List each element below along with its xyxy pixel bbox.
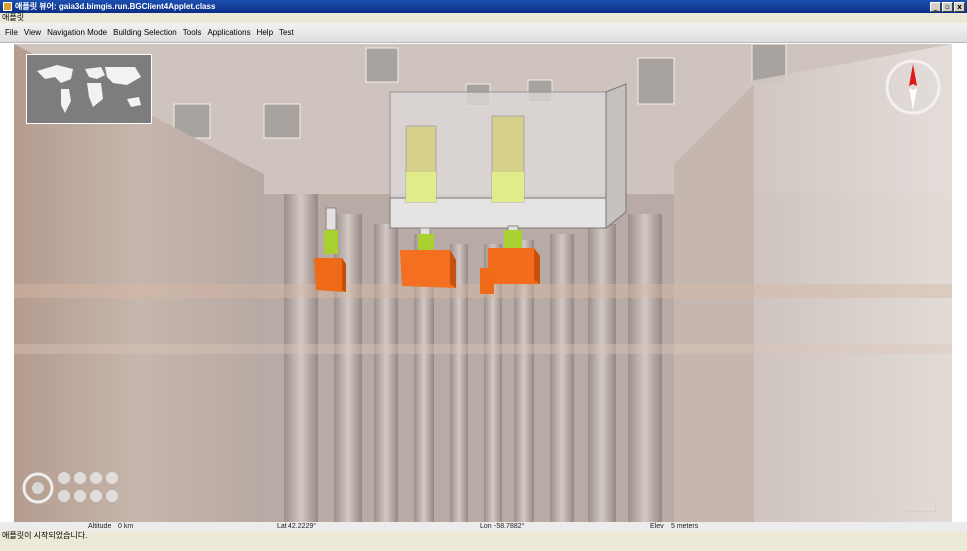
applet-menu-label[interactable]: 애플릿 [2, 13, 24, 22]
close-button[interactable]: x [954, 1, 965, 12]
altitude-label: Altitude [88, 523, 112, 530]
minimap-graphic [27, 55, 151, 123]
menu-test[interactable]: Test [276, 28, 297, 37]
main-menubar: File View Navigation Mode Building Selec… [0, 23, 967, 43]
menu-view[interactable]: View [21, 28, 44, 37]
latitude-label: Lat [277, 523, 287, 530]
menu-building-selection[interactable]: Building Selection [110, 28, 180, 37]
scale-bar [878, 501, 936, 512]
elevation-label: Elev [650, 523, 664, 530]
java-applet-icon [3, 2, 12, 11]
menu-file[interactable]: File [2, 28, 21, 37]
applet-status-text: 애플릿이 시작되었습니다. [0, 531, 967, 551]
3d-viewport[interactable] [14, 44, 952, 522]
navigation-pad-icon[interactable] [22, 464, 132, 510]
compass-graphic [885, 59, 941, 115]
window-title-bar: 애플릿 뷰어: gaia3d.bimgis.run.BGClient4Apple… [0, 0, 967, 13]
compass-icon[interactable] [884, 58, 942, 116]
menu-applications[interactable]: Applications [204, 28, 253, 37]
longitude-label: Lon [480, 523, 492, 530]
world-map-icon[interactable] [26, 54, 152, 124]
window-title: 애플릿 뷰어: gaia3d.bimgis.run.BGClient4Apple… [15, 2, 216, 11]
maximize-button[interactable]: ▫ [942, 1, 953, 12]
applet-menu[interactable]: 애플릿 [0, 13, 967, 23]
altitude-value: 0 km [118, 523, 134, 530]
window-controls: _ ▫ x [930, 1, 965, 12]
menu-navigation-mode[interactable]: Navigation Mode [44, 28, 110, 37]
menu-tools[interactable]: Tools [180, 28, 205, 37]
navigation-controls-graphic [22, 472, 118, 504]
elevation-value: 5 meters [671, 523, 699, 530]
3d-scene [14, 44, 952, 522]
coordinate-statusbar: Altitude 0 km Lat 42.2229° Lon -58.7882°… [0, 522, 967, 531]
menu-help[interactable]: Help [254, 28, 276, 37]
minimize-button[interactable]: _ [930, 1, 941, 12]
longitude-value: -58.7882° [494, 523, 525, 530]
latitude-value: 42.2229° [288, 523, 317, 530]
